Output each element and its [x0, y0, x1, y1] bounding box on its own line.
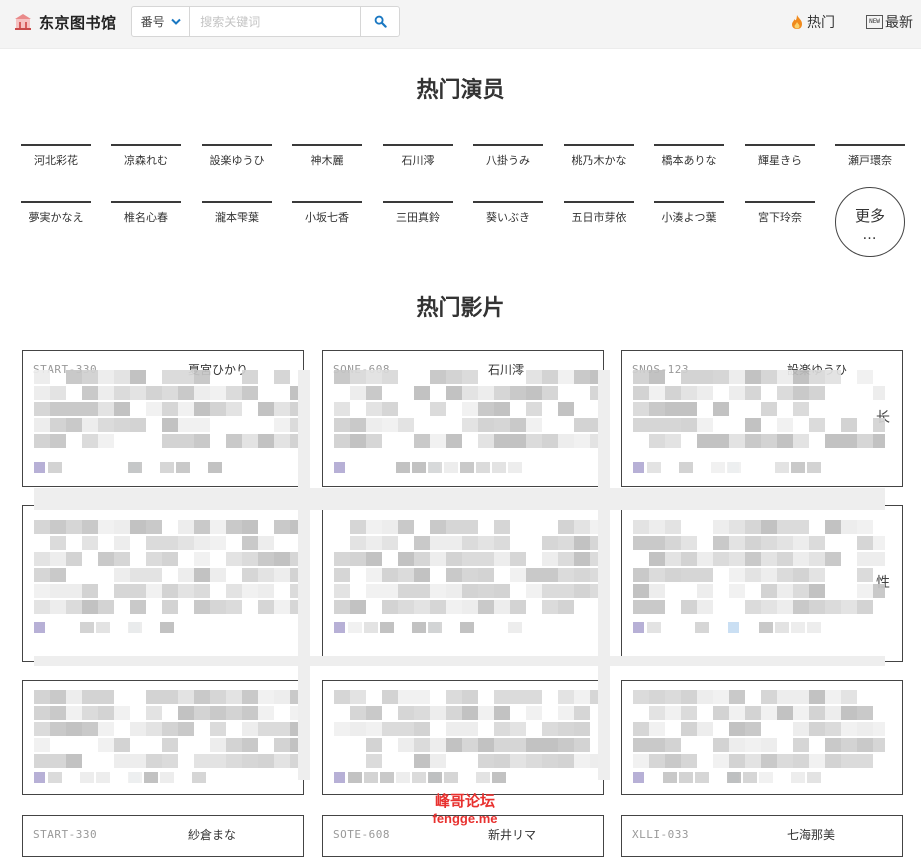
- actor-link[interactable]: 凉森れむ: [111, 144, 181, 174]
- new-badge-icon: NEW: [866, 15, 883, 29]
- actor-link[interactable]: 瀬戸環奈: [835, 144, 905, 174]
- search-icon: [374, 15, 387, 28]
- nav-hot-link[interactable]: 热门: [790, 12, 835, 32]
- search-type-select[interactable]: 番号: [132, 7, 191, 36]
- chevron-down-icon: [170, 18, 181, 25]
- nav-new-label: 最新: [885, 15, 913, 31]
- search-type-label: 番号: [140, 15, 165, 29]
- mosaic-band: [34, 656, 885, 666]
- movie-card[interactable]: [322, 680, 604, 795]
- actor-link[interactable]: 八掛うみ: [473, 144, 543, 174]
- movie-card[interactable]: 性: [621, 505, 903, 662]
- actor-link[interactable]: 瀧本雫葉: [202, 201, 272, 231]
- movie-code: START-330: [33, 363, 98, 376]
- mosaic-band: [598, 370, 610, 780]
- actor-link[interactable]: 設楽ゆうひ: [202, 144, 272, 174]
- site-name: 东京图书馆: [39, 13, 117, 32]
- mosaic-band: [34, 488, 885, 510]
- more-label: 更多: [854, 206, 885, 225]
- search-input[interactable]: [190, 7, 361, 36]
- actor-link[interactable]: 輝星きら: [745, 144, 815, 174]
- actor-link[interactable]: 桃乃木かな: [564, 144, 634, 174]
- flame-icon: [792, 15, 802, 29]
- hot-movies-title: 热门影片: [416, 296, 505, 321]
- mosaic-band: [298, 370, 310, 780]
- nav-new-link[interactable]: NEW 最新: [866, 12, 913, 32]
- forum-watermark: 峰哥论坛 fengge.me: [400, 793, 530, 827]
- movie-card[interactable]: [322, 505, 604, 662]
- actor-link[interactable]: 宮下玲奈: [745, 201, 815, 231]
- movie-code: SONE-608: [333, 363, 390, 376]
- actor-link[interactable]: 小坂七香: [292, 201, 362, 231]
- movie-card[interactable]: [621, 680, 903, 795]
- movie-card[interactable]: [22, 680, 304, 795]
- hot-actors-title: 热门演员: [416, 78, 505, 103]
- actor-link[interactable]: 河北彩花: [21, 144, 91, 174]
- movie-actress: 夏宮ひかり: [188, 363, 249, 377]
- movie-card[interactable]: SNOS-123 設楽ゆうひ长: [621, 350, 903, 487]
- actor-link[interactable]: 神木麗: [292, 144, 362, 174]
- movie-card[interactable]: XLLI-033 七海那美: [621, 815, 903, 857]
- search-button[interactable]: [360, 7, 399, 36]
- watermark-line-1: 峰哥论坛: [434, 792, 495, 810]
- actor-link[interactable]: 三田真鈴: [383, 201, 453, 231]
- actor-link[interactable]: 椎名心春: [111, 201, 181, 231]
- more-actors-button[interactable]: 更多 …: [835, 187, 905, 257]
- nav-hot-label: 热门: [807, 15, 835, 31]
- movie-card[interactable]: [22, 505, 304, 662]
- movie-card[interactable]: START-330 紗倉まな: [22, 815, 304, 857]
- movie-actress: 設楽ゆうひ: [787, 363, 848, 377]
- movie-code: SNOS-123: [632, 363, 689, 376]
- movie-title-fragment: 性: [876, 575, 890, 591]
- actor-link[interactable]: 夢実かなえ: [21, 201, 91, 231]
- movie-card[interactable]: START-330 夏宮ひかり: [22, 350, 304, 487]
- top-navbar: 东京图书馆 番号 热门 NEW 最新: [0, 0, 921, 49]
- movie-title-fragment: 长: [876, 410, 890, 426]
- movie-card[interactable]: SONE-608 石川澪: [322, 350, 604, 487]
- ellipsis-icon: …: [862, 226, 878, 243]
- search-bar: 番号: [131, 6, 400, 37]
- watermark-line-2: fengge.me: [432, 811, 498, 826]
- actor-link[interactable]: 小湊よつ葉: [654, 201, 724, 231]
- actor-link[interactable]: 葵いぶき: [473, 201, 543, 231]
- actor-link[interactable]: 五日市芽依: [564, 201, 634, 231]
- movie-actress: 石川澪: [488, 363, 525, 377]
- actor-link[interactable]: 石川澪: [383, 144, 453, 174]
- site-brand[interactable]: 东京图书馆: [14, 10, 117, 34]
- actor-link[interactable]: 橋本ありな: [654, 144, 724, 174]
- library-logo-icon: [15, 14, 31, 30]
